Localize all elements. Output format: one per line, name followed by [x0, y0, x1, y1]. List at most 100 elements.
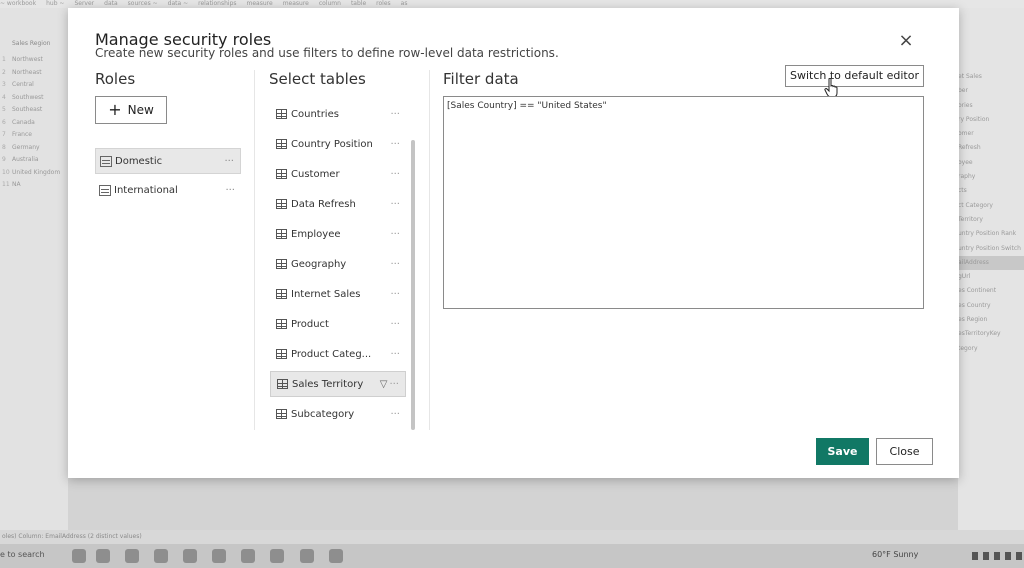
background-row: 3 Central — [2, 79, 60, 92]
role-label: Domestic — [115, 155, 163, 167]
table-item[interactable]: Countries ··· — [270, 101, 406, 127]
column-divider — [254, 70, 255, 430]
app-icon[interactable] — [125, 549, 139, 563]
background-field: cts — [958, 187, 967, 195]
background-row: 4 Southwest — [2, 92, 60, 105]
more-options-icon[interactable]: ··· — [390, 199, 400, 210]
roles-heading: Roles — [95, 70, 136, 88]
more-options-icon[interactable]: ··· — [390, 169, 400, 180]
table-item[interactable]: Product Categ... ··· — [270, 341, 406, 367]
table-item[interactable]: Geography ··· — [270, 251, 406, 277]
app-icon[interactable] — [329, 549, 343, 563]
more-options-icon[interactable]: ··· — [390, 319, 400, 330]
table-icon — [276, 349, 287, 359]
table-label: Country Position — [291, 138, 373, 150]
table-item[interactable]: Subcategory ··· — [270, 401, 406, 427]
table-item[interactable]: Country Position ··· — [270, 131, 406, 157]
more-options-icon[interactable]: ··· — [224, 156, 234, 167]
table-label: Sales Territory — [292, 378, 364, 390]
app-icon[interactable] — [212, 549, 226, 563]
table-icon — [276, 139, 287, 149]
ribbon-item: table — [350, 0, 367, 7]
table-item[interactable]: Product ··· — [270, 311, 406, 337]
ribbon-item: roles — [376, 0, 391, 7]
more-options-icon[interactable]: ··· — [390, 139, 400, 150]
ribbon-item: Server — [74, 0, 95, 7]
row-number: 4 — [2, 93, 6, 101]
switch-to-default-editor-button[interactable]: Switch to default editor — [785, 65, 924, 87]
more-options-icon[interactable]: ··· — [390, 259, 400, 270]
table-label: Data Refresh — [291, 198, 356, 210]
new-role-button[interactable]: + New — [95, 96, 167, 124]
background-ribbon: ~ workbook hub ~ Server data sources ~ data ~… — [0, 0, 1024, 8]
table-item[interactable]: Data Refresh ··· — [270, 191, 406, 217]
table-label: Geography — [291, 258, 347, 270]
table-item[interactable]: Sales Territory ▽ ··· — [270, 371, 406, 397]
tables-scrollbar[interactable] — [411, 140, 415, 430]
background-row-list: 1 Northwest 2 Northeast 3 Central 4 Southwest 5 S… — [2, 54, 60, 192]
plus-icon: + — [108, 100, 122, 119]
background-row: 1 Northwest — [2, 54, 60, 67]
more-options-icon[interactable]: ··· — [389, 379, 399, 390]
row-number: 11 — [2, 181, 10, 188]
background-field: ct Category — [958, 201, 993, 209]
more-options-icon[interactable]: ··· — [390, 409, 400, 420]
filter-data-heading: Filter data — [443, 70, 519, 88]
close-button[interactable]: Close — [876, 438, 933, 465]
table-icon — [276, 109, 287, 119]
role-label: International — [114, 184, 178, 196]
row-number: 6 — [2, 118, 6, 126]
role-item[interactable]: International ··· — [95, 177, 241, 203]
table-label: Internet Sales — [291, 288, 361, 300]
row-value: Australia — [12, 156, 39, 163]
row-number: 9 — [2, 156, 6, 163]
row-value: Northwest — [12, 56, 43, 63]
row-value: Germany — [12, 143, 40, 151]
background-row: 6 Canada — [2, 117, 60, 130]
table-label: Subcategory — [291, 408, 355, 420]
background-field: es Region — [958, 316, 988, 324]
select-tables-heading: Select tables — [269, 70, 366, 88]
table-item[interactable]: Customer ··· — [270, 161, 406, 187]
weather-widget[interactable]: 60°F Sunny — [872, 550, 918, 559]
table-icon — [277, 379, 288, 389]
system-tray[interactable] — [972, 552, 1022, 560]
row-number: 1 — [2, 56, 6, 63]
table-item[interactable]: Employee ··· — [270, 221, 406, 247]
background-row: 9 Australia — [2, 154, 60, 167]
background-field: ry Position — [958, 115, 990, 123]
more-options-icon[interactable]: ··· — [390, 229, 400, 240]
more-options-icon[interactable]: ··· — [390, 349, 400, 360]
app-icon[interactable] — [270, 549, 284, 563]
table-label: Product — [291, 318, 329, 330]
powerbi-icon[interactable] — [300, 549, 314, 563]
background-field: es Country — [958, 301, 991, 309]
ribbon-item: measure — [282, 0, 309, 7]
more-options-icon[interactable]: ··· — [225, 185, 235, 196]
store-icon[interactable] — [183, 549, 197, 563]
ribbon-item: hub ~ — [46, 0, 65, 7]
close-icon[interactable]: × — [896, 32, 916, 52]
table-item[interactable]: Internet Sales ··· — [270, 281, 406, 307]
taskbar-search[interactable]: e to search — [0, 550, 45, 559]
row-value: NA — [12, 181, 21, 188]
teams-icon[interactable] — [241, 549, 255, 563]
background-field: gUrl — [958, 273, 971, 281]
row-number: 5 — [2, 106, 6, 113]
taskview-icon[interactable] — [72, 549, 86, 563]
new-role-label: New — [127, 103, 154, 117]
row-value: United Kingdom — [12, 168, 61, 176]
role-item[interactable]: Domestic ··· — [95, 148, 241, 174]
save-button[interactable]: Save — [816, 438, 869, 465]
dialog-subtitle: Create new security roles and use filter… — [95, 46, 559, 60]
row-value: Central — [12, 81, 34, 88]
edge-icon[interactable] — [154, 549, 168, 563]
app-icon[interactable] — [96, 549, 110, 563]
more-options-icon[interactable]: ··· — [390, 289, 400, 300]
ribbon-item: sources ~ — [127, 0, 158, 7]
dax-filter-editor[interactable]: [Sales Country] == "United States" — [443, 96, 924, 309]
table-label: Product Categ... — [291, 348, 372, 360]
background-field: Refresh — [958, 144, 981, 152]
more-options-icon[interactable]: ··· — [390, 109, 400, 120]
row-number: 2 — [2, 68, 6, 76]
